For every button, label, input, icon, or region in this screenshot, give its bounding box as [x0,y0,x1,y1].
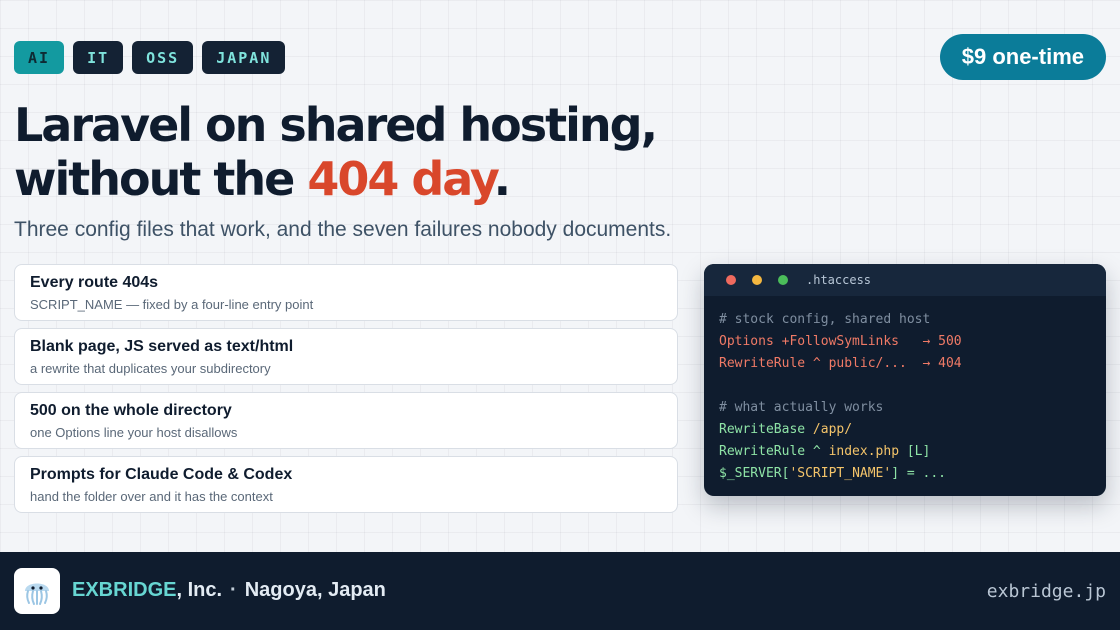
code-line-good: $_SERVER['SCRIPT_NAME'] = ... [719,463,1106,485]
brand-location: Nagoya, Japan [244,579,386,601]
code-line-good: RewriteRule ^ index.php [L] [719,441,1106,463]
code-body: # stock config, shared host Options +Fol… [704,296,1106,485]
close-dot-icon [726,275,736,285]
headline-line-2-prefix: without the [14,152,308,206]
code-keyword: RewriteRule ^ [719,444,829,459]
tag-oss: OSS [132,41,194,74]
code-comment: # what actually works [719,400,884,415]
website-link[interactable]: exbridge.jp [987,581,1106,602]
feature-subtitle: SCRIPT_NAME — fixed by a four-line entry… [30,297,314,312]
code-tail: ] = ... [891,466,946,481]
code-window: .htaccess # stock config, shared host Op… [704,264,1106,496]
tag-ai: AI [14,41,65,74]
subtitle: Three config files that work, and the se… [14,218,672,241]
code-line-bad: Options +FollowSymLinks → 500 [719,334,962,349]
code-comment: # stock config, shared host [719,312,931,327]
feature-title: Every route 404s [30,274,159,291]
code-line-bad: RewriteRule ^ public/... → 404 [719,356,962,371]
tag-list: AI IT OSS JAPAN [14,41,286,74]
brand-separator: · [230,579,237,601]
feature-list: Every route 404s SCRIPT_NAME — fixed by … [14,264,678,520]
brand-suffix: , Inc. [176,579,223,601]
code-window-titlebar: .htaccess [704,264,1106,296]
maximize-dot-icon [778,275,788,285]
feature-card: Every route 404s SCRIPT_NAME — fixed by … [14,264,678,321]
code-value: /app/ [812,422,853,437]
code-filename: .htaccess [806,273,872,287]
page-title: Laravel on shared hosting, without the 4… [14,98,658,206]
price-badge[interactable]: $9 one-time [939,34,1106,80]
brand-name: EXBRIDGE [72,579,177,601]
code-value: index.php [828,444,900,459]
code-value: 'SCRIPT_NAME' [789,466,892,481]
headline-line-1: Laravel on shared hosting, [14,98,658,152]
feature-title: 500 on the whole directory [30,402,232,419]
feature-card: Blank page, JS served as text/html a rew… [14,328,678,385]
feature-card: 500 on the whole directory one Options l… [14,392,678,449]
code-keyword: RewriteBase [719,422,813,437]
headline-highlight: 404 day [307,152,495,206]
jellyfish-icon [14,568,60,614]
tag-japan: JAPAN [202,41,286,74]
code-line-good: RewriteBase /app/ [719,419,1106,441]
code-keyword: $_SERVER[ [719,466,790,481]
feature-subtitle: a rewrite that duplicates your subdirect… [30,361,271,376]
tag-it: IT [73,41,124,74]
headline-line-2-suffix: . [493,152,512,206]
feature-subtitle: hand the folder over and it has the cont… [30,489,273,504]
feature-card: Prompts for Claude Code & Codex hand the… [14,456,678,513]
minimize-dot-icon [752,275,762,285]
brand: EXBRIDGE, Inc. · Nagoya, Japan [72,579,386,602]
code-tail: [L] [899,444,931,459]
footer: EXBRIDGE, Inc. · Nagoya, Japan exbridge.jp [0,552,1120,630]
feature-title: Prompts for Claude Code & Codex [30,466,293,483]
feature-title: Blank page, JS served as text/html [30,338,294,355]
feature-subtitle: one Options line your host disallows [30,425,238,440]
